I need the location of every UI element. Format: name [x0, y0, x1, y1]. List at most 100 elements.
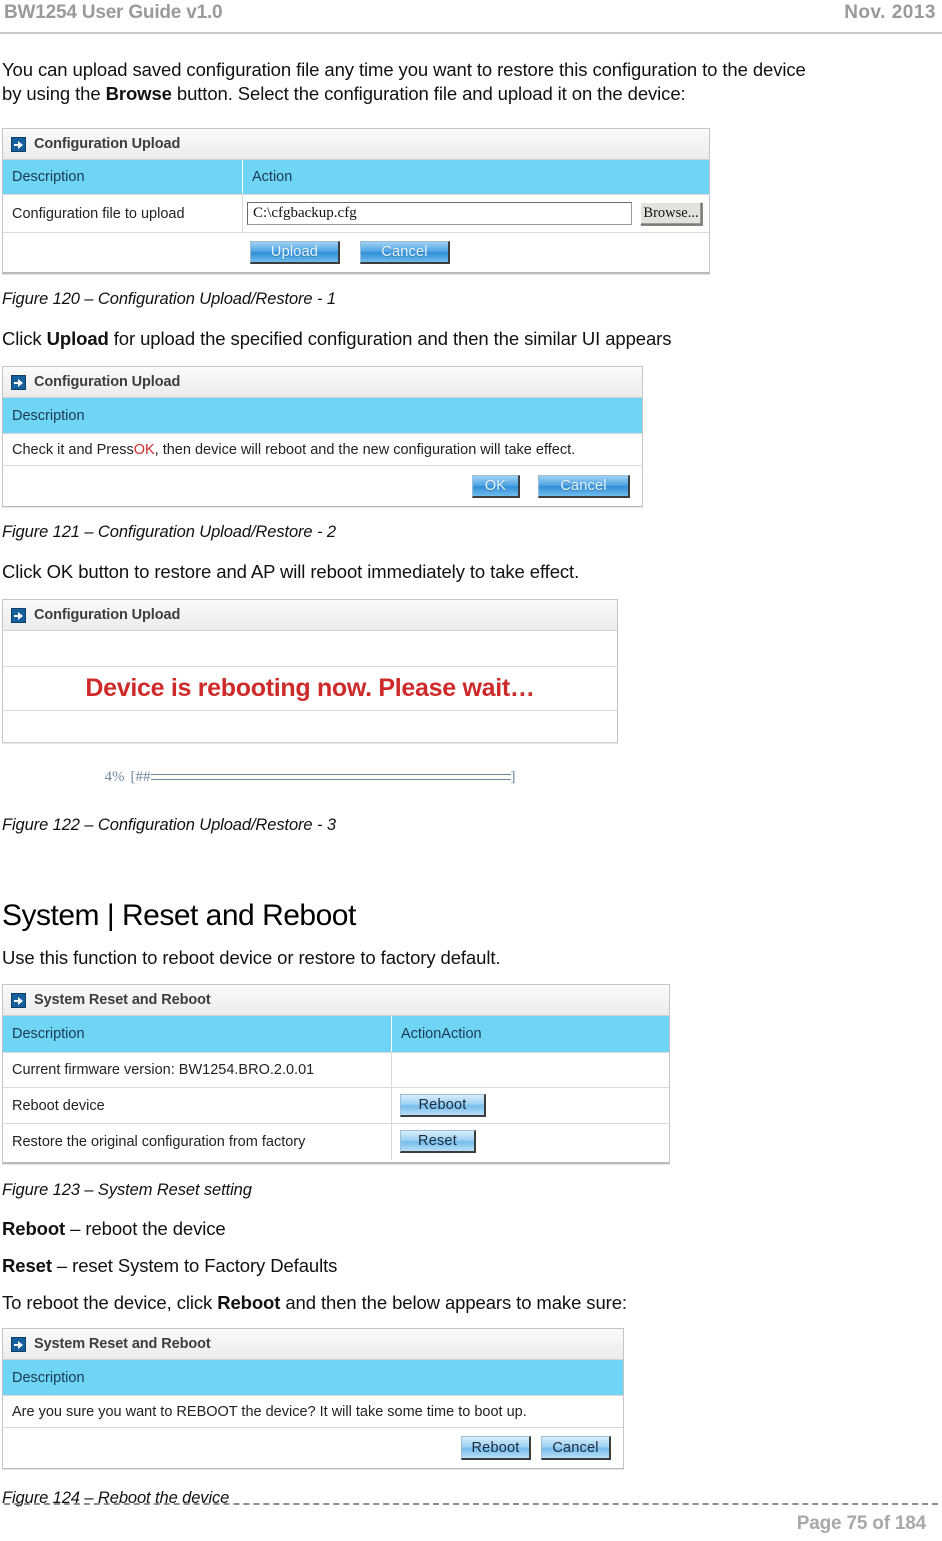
cancel-button[interactable]: Cancel — [360, 241, 450, 264]
arrow-into-box-icon — [11, 374, 26, 390]
table-header-row: Description Action — [3, 160, 709, 194]
progress-bracket-open: [## — [130, 768, 151, 785]
reset-term-description: – reset System to Factory Defaults — [51, 1255, 338, 1276]
upload-button[interactable]: Upload — [250, 241, 340, 264]
reboot-confirm-button[interactable]: Reboot — [461, 1436, 531, 1460]
reboot-term-description: – reboot the device — [65, 1218, 226, 1239]
to-reboot-pre: To reboot the device, click — [2, 1292, 218, 1313]
to-reboot-post: and then the below appears to make sure: — [280, 1292, 627, 1313]
column-header-description: Description — [12, 1026, 85, 1042]
table-header-row: Description ActionAction — [3, 1016, 669, 1052]
table-row-factory-reset: Restore the original configuration from … — [3, 1123, 669, 1160]
figure-124-screenshot: System Reset and Reboot Description Are … — [2, 1328, 624, 1469]
figure-123-caption: Figure 123 – System Reset setting — [2, 1181, 252, 1199]
panel-title-text: Configuration Upload — [34, 374, 181, 390]
table-header-row: Description — [3, 1360, 623, 1395]
panel-title-bar: System Reset and Reboot — [3, 985, 669, 1016]
panel-title-bar: Configuration Upload — [3, 129, 709, 160]
table-row-firmware-version: Current firmware version: BW1254.BRO.2.0… — [3, 1052, 669, 1088]
progress-percent-label: 4% — [104, 768, 125, 785]
click-ok-paragraph: Click OK button to restore and AP will r… — [2, 561, 580, 582]
figure-121-action-row: OK Cancel — [3, 465, 642, 506]
reboot-message-row: Device is rebooting now. Please wait… — [3, 666, 617, 710]
spacer-row-bottom — [3, 710, 617, 742]
table-row-reboot-device: Reboot device Reboot — [3, 1087, 669, 1124]
figure-121-caption: Figure 121 – Configuration Upload/Restor… — [2, 523, 336, 541]
click-upload-post: for upload the specified configuration a… — [108, 328, 672, 349]
row-action-cell: C:\cfgbackup.cfg Browse... — [242, 194, 709, 233]
browse-button[interactable]: Browse... — [640, 202, 702, 225]
page-section-heading: System | Reset and Reboot — [2, 899, 356, 932]
reset-term: Reset — [2, 1255, 52, 1276]
row-label-config-file: Configuration file to upload — [12, 205, 185, 222]
upload-keyword: Upload — [46, 328, 109, 349]
page-footer: Page 75 of 184 — [0, 1497, 942, 1541]
intro-line-2-pre: by using the — [2, 83, 106, 104]
panel-title-bar: System Reset and Reboot — [3, 1329, 623, 1360]
ok-button[interactable]: OK — [472, 474, 520, 498]
cancel-button[interactable]: Cancel — [538, 474, 630, 498]
progress-bar-track — [150, 774, 511, 780]
document-page: BW1254 User Guide v1.0 Nov. 2013 You can… — [0, 0, 942, 1541]
page-header: BW1254 User Guide v1.0 Nov. 2013 — [0, 0, 942, 34]
reboot-term: Reboot — [2, 1218, 66, 1239]
figure-121-screenshot: Configuration Upload Description Check i… — [2, 366, 643, 507]
arrow-into-box-icon — [11, 1336, 26, 1352]
row-label-firmware-version: Current firmware version: BW1254.BRO.2.0… — [12, 1062, 315, 1078]
figure-120-action-row: Upload Cancel — [3, 232, 709, 272]
page-number-label: Page 75 of 184 — [796, 1513, 926, 1534]
config-file-path-input[interactable]: C:\cfgbackup.cfg — [247, 202, 632, 225]
spacer-row-top — [3, 631, 617, 666]
header-date: Nov. 2013 — [844, 2, 936, 23]
panel-title-text: System Reset and Reboot — [34, 992, 211, 1008]
reboot-progress-bar: 4% [## ] — [2, 766, 618, 788]
column-header-description: Description — [12, 407, 85, 424]
reboot-message-text: Device is rebooting now. Please wait… — [85, 674, 535, 702]
panel-title-text: System Reset and Reboot — [34, 1336, 211, 1352]
use-function-paragraph: Use this function to reboot device or re… — [2, 947, 501, 968]
table-header-row: Description — [3, 398, 642, 433]
confirm-message-ok-highlight: OK — [133, 441, 155, 458]
column-header-description: Description — [12, 169, 85, 185]
panel-title-text: Configuration Upload — [34, 607, 181, 623]
panel-title-bar: Configuration Upload — [3, 600, 617, 631]
confirm-message-cell: Check it and Press OK, then device will … — [3, 434, 642, 466]
click-upload-paragraph: Click Upload for upload the specified co… — [2, 327, 934, 351]
row-label-factory-reset: Restore the original configuration from … — [12, 1133, 306, 1150]
figure-122-screenshot: Configuration Upload Device is rebooting… — [2, 599, 618, 743]
figure-124-action-row: Reboot Cancel — [3, 1427, 623, 1468]
arrow-into-box-icon — [11, 136, 26, 152]
column-header-description: Description — [12, 1369, 85, 1386]
reboot-definition: Reboot – reboot the device — [2, 1217, 934, 1241]
reset-button[interactable]: Reset — [400, 1130, 476, 1153]
progress-bracket-close: ] — [510, 768, 516, 785]
confirm-message-post: , then device will reboot and the new co… — [154, 441, 576, 458]
figure-120-caption: Figure 120 – Configuration Upload/Restor… — [2, 290, 336, 308]
reset-definition: Reset – reset System to Factory Defaults — [2, 1254, 934, 1278]
cancel-button[interactable]: Cancel — [541, 1436, 611, 1460]
arrow-into-box-icon — [11, 992, 26, 1008]
figure-123-screenshot: System Reset and Reboot Description Acti… — [2, 984, 670, 1164]
reboot-button[interactable]: Reboot — [400, 1094, 486, 1117]
header-document-title: BW1254 User Guide v1.0 — [4, 2, 223, 23]
reboot-keyword: Reboot — [217, 1292, 281, 1313]
panel-title-bar: Configuration Upload — [3, 367, 642, 398]
confirm-message-pre: Check it and Press — [12, 441, 134, 458]
column-header-action: ActionAction — [391, 1016, 669, 1052]
table-row-file-upload: Configuration file to upload C:\cfgbacku… — [3, 194, 709, 233]
confirm-reboot-message: Are you sure you want to REBOOT the devi… — [12, 1403, 527, 1420]
column-header-action: Action — [242, 160, 709, 194]
intro-line-2-post: button. Select the configuration file an… — [171, 83, 686, 104]
row-action-empty — [391, 1052, 669, 1088]
figure-120-screenshot: Configuration Upload Description Action … — [2, 128, 710, 274]
arrow-into-box-icon — [11, 607, 26, 623]
row-label-reboot-device: Reboot device — [12, 1097, 105, 1114]
panel-title-text: Configuration Upload — [34, 136, 181, 152]
click-upload-pre: Click — [2, 328, 47, 349]
intro-paragraph: You can upload saved configuration file … — [2, 58, 934, 106]
intro-line-1: You can upload saved configuration file … — [2, 59, 806, 80]
footer-divider — [4, 1503, 938, 1505]
table-row-confirm-message: Check it and Press OK, then device will … — [3, 433, 642, 465]
browse-keyword: Browse — [105, 83, 172, 104]
figure-122-caption: Figure 122 – Configuration Upload/Restor… — [2, 816, 336, 834]
